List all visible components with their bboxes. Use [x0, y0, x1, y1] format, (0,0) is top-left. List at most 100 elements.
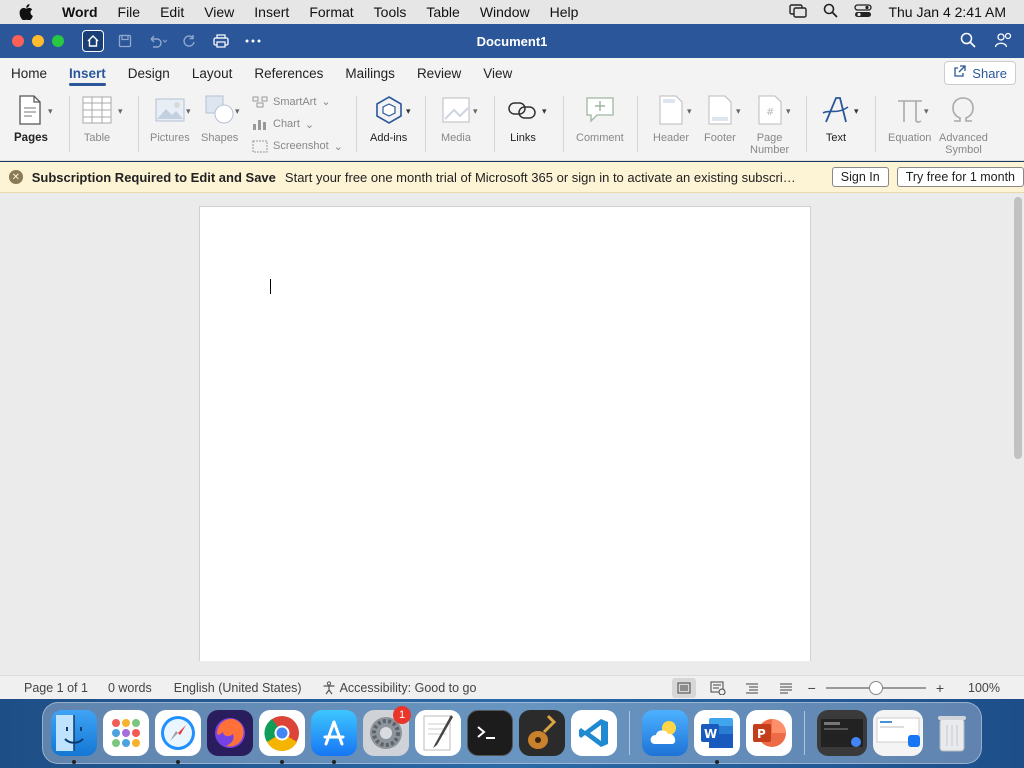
- document-page[interactable]: [199, 206, 811, 661]
- ribbon-tab-bar: Home Insert Design Layout References Mai…: [0, 58, 1024, 88]
- screenshot-button[interactable]: Screenshot ⌄: [252, 139, 343, 153]
- menu-file[interactable]: File: [108, 4, 151, 20]
- zoom-level[interactable]: 100%: [968, 681, 1000, 695]
- powerpoint-icon[interactable]: P: [746, 710, 792, 756]
- finder-icon[interactable]: [51, 710, 97, 764]
- tab-home[interactable]: Home: [0, 58, 58, 88]
- word-icon[interactable]: W: [694, 710, 740, 764]
- tab-review[interactable]: Review: [406, 58, 472, 88]
- link-icon: [508, 92, 538, 128]
- vscode-icon[interactable]: [571, 710, 617, 756]
- pictures-button[interactable]: Pictures ▾: [150, 92, 191, 144]
- account-settings-icon[interactable]: [994, 31, 1012, 52]
- svg-text:#: #: [766, 107, 774, 118]
- save-icon[interactable]: [114, 30, 136, 52]
- page-count[interactable]: Page 1 of 1: [0, 681, 98, 695]
- advanced-symbol-button[interactable]: Advanced Symbol: [939, 92, 988, 156]
- pages-button[interactable]: Pages ▾: [14, 92, 53, 144]
- textedit-icon[interactable]: [415, 710, 461, 756]
- firefox-icon[interactable]: [207, 710, 253, 756]
- chevron-down-icon: ▾: [473, 106, 478, 116]
- running-indicator: [280, 760, 284, 764]
- print-layout-icon[interactable]: [671, 677, 696, 698]
- links-button[interactable]: Links ▾: [508, 92, 547, 144]
- comment-button[interactable]: Comment: [576, 92, 624, 144]
- close-window-button[interactable]: [12, 35, 24, 47]
- dock-separator: [629, 711, 630, 755]
- page-number-label: Page Number: [750, 132, 789, 156]
- header-button[interactable]: Header ▾: [653, 92, 692, 144]
- menu-edit[interactable]: Edit: [150, 4, 194, 20]
- tab-design[interactable]: Design: [117, 58, 181, 88]
- safari-icon[interactable]: [155, 710, 201, 764]
- screen-mirroring-icon[interactable]: [789, 3, 808, 21]
- web-layout-icon[interactable]: [706, 678, 730, 698]
- apple-menu-icon[interactable]: [0, 4, 52, 20]
- menu-bar-clock[interactable]: Thu Jan 4 2:41 AM: [888, 4, 1006, 20]
- accessibility-status[interactable]: Accessibility: Good to go: [312, 681, 487, 695]
- recent-window-thumbnail[interactable]: [817, 710, 867, 756]
- trash-icon[interactable]: [929, 710, 975, 756]
- zoom-window-button[interactable]: [52, 35, 64, 47]
- media-button[interactable]: Media ▾: [441, 92, 478, 144]
- tab-insert[interactable]: Insert: [58, 58, 117, 88]
- redo-icon[interactable]: [178, 30, 200, 52]
- chevron-down-icon: ▾: [854, 106, 859, 116]
- zoom-out-icon[interactable]: −: [808, 680, 816, 696]
- page-number-button[interactable]: # Page Number ▾: [750, 92, 791, 156]
- table-button[interactable]: Table ▾: [82, 92, 123, 144]
- app-store-icon[interactable]: [311, 710, 357, 764]
- footer-button[interactable]: Footer ▾: [704, 92, 741, 144]
- menu-window[interactable]: Window: [470, 4, 540, 20]
- chrome-icon[interactable]: [259, 710, 305, 764]
- text-button[interactable]: Text ▾: [822, 92, 859, 144]
- tab-mailings[interactable]: Mailings: [334, 58, 406, 88]
- tab-references[interactable]: References: [243, 58, 334, 88]
- menu-format[interactable]: Format: [299, 4, 363, 20]
- add-ins-button[interactable]: Add-ins ▾: [370, 92, 411, 144]
- footer-icon: [708, 92, 732, 128]
- smartart-button[interactable]: SmartArt ⌄: [252, 95, 331, 108]
- tab-view[interactable]: View: [472, 58, 523, 88]
- chevron-down-icon: ▾: [48, 106, 53, 116]
- more-options-icon[interactable]: [242, 30, 264, 52]
- weather-icon[interactable]: [642, 710, 688, 756]
- control-center-icon[interactable]: [854, 3, 873, 21]
- outline-view-icon[interactable]: [740, 678, 764, 698]
- recent-document-thumbnail[interactable]: [873, 710, 923, 756]
- menu-insert[interactable]: Insert: [244, 4, 299, 20]
- running-indicator: [332, 760, 336, 764]
- menu-help[interactable]: Help: [540, 4, 589, 20]
- search-icon[interactable]: [960, 32, 976, 51]
- accessibility-label: Accessibility: Good to go: [339, 680, 477, 695]
- share-button[interactable]: Share: [944, 61, 1016, 85]
- home-icon[interactable]: [82, 30, 104, 52]
- zoom-slider-thumb[interactable]: [868, 680, 883, 695]
- word-count[interactable]: 0 words: [98, 681, 162, 695]
- menu-tools[interactable]: Tools: [364, 4, 417, 20]
- undo-icon[interactable]: [146, 30, 168, 52]
- terminal-icon[interactable]: [467, 710, 513, 756]
- equation-button[interactable]: Equation ▾: [888, 92, 931, 144]
- spotlight-search-icon[interactable]: [823, 3, 839, 21]
- zoom-slider[interactable]: [825, 680, 926, 695]
- launchpad-icon[interactable]: [103, 710, 149, 756]
- print-icon[interactable]: [210, 30, 232, 52]
- system-settings-icon[interactable]: 1: [363, 706, 411, 756]
- vertical-scrollbar[interactable]: [1014, 197, 1022, 459]
- garageband-icon[interactable]: [519, 710, 565, 756]
- menu-view[interactable]: View: [194, 4, 244, 20]
- zoom-in-icon[interactable]: +: [936, 680, 944, 696]
- app-menu-word[interactable]: Word: [52, 4, 108, 20]
- menu-table[interactable]: Table: [416, 4, 469, 20]
- minimize-window-button[interactable]: [32, 35, 44, 47]
- share-label: Share: [972, 65, 1007, 81]
- sign-in-button[interactable]: Sign In: [831, 167, 889, 187]
- dismiss-icon[interactable]: ✕: [9, 170, 23, 184]
- try-free-button[interactable]: Try free for 1 month: [896, 167, 1024, 187]
- tab-layout[interactable]: Layout: [181, 58, 244, 88]
- language-indicator[interactable]: English (United States): [162, 681, 312, 695]
- shapes-button[interactable]: Shapes ▾: [201, 92, 240, 144]
- chart-button[interactable]: Chart ⌄: [252, 117, 314, 131]
- draft-view-icon[interactable]: [774, 678, 798, 698]
